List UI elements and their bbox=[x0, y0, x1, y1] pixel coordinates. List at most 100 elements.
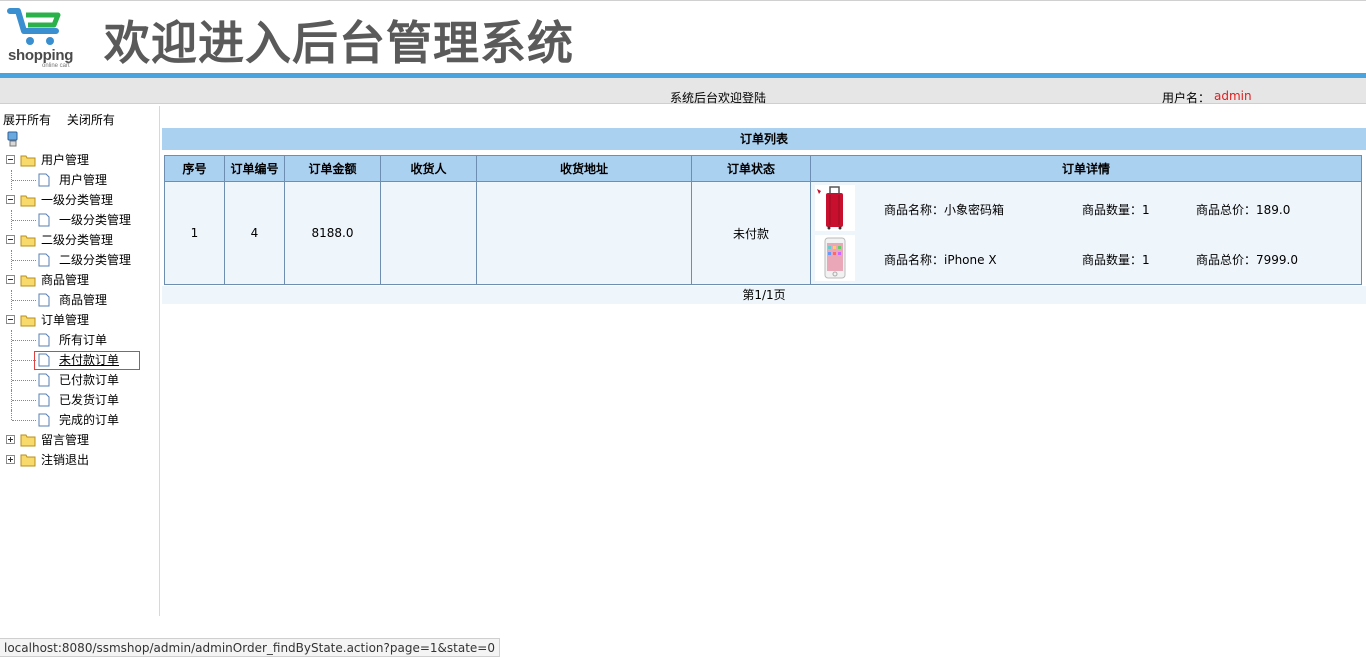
expand-icon[interactable] bbox=[6, 435, 15, 444]
col-header-index: 序号 bbox=[164, 155, 225, 182]
sidebar-item-shipped-orders[interactable]: 已发货订单 bbox=[0, 390, 160, 410]
collapse-icon[interactable] bbox=[6, 235, 15, 244]
sidebar-item-product-manage[interactable]: 商品管理 bbox=[0, 290, 160, 310]
table-header-row: 序号 订单编号 订单金额 收货人 收货地址 订单状态 订单详情 bbox=[164, 155, 1362, 182]
sidebar-group-user[interactable]: 用户管理 bbox=[0, 150, 160, 170]
folder-icon bbox=[20, 454, 36, 467]
cell-receiver bbox=[380, 181, 477, 285]
document-icon bbox=[38, 353, 50, 367]
col-header-address: 收货地址 bbox=[476, 155, 692, 182]
collapse-all-link[interactable]: 关闭所有 bbox=[67, 113, 115, 127]
cell-order-no: 4 bbox=[224, 181, 285, 285]
expand-icon[interactable] bbox=[6, 455, 15, 464]
pagination: 第1/1页 bbox=[162, 286, 1366, 304]
welcome-bar: 系统后台欢迎登陆 用户名： admin bbox=[0, 78, 1366, 105]
page-header: shopping online cart 欢迎进入后台管理系统 bbox=[0, 0, 1366, 74]
logo-subtitle: online cart bbox=[42, 63, 70, 69]
sidebar-item-label: 一级分类管理 bbox=[59, 213, 132, 227]
item-quantity: 商品数量：1 bbox=[1082, 203, 1150, 217]
browser-status-url: localhost:8080/ssmshop/admin/adminOrder_… bbox=[0, 638, 500, 657]
sidebar-item-label: 商品管理 bbox=[59, 293, 108, 307]
col-header-amount: 订单金额 bbox=[284, 155, 381, 182]
username-label: 用户名： bbox=[1162, 91, 1211, 105]
item-quantity: 商品数量：1 bbox=[1082, 253, 1150, 267]
sidebar-item-label: 完成的订单 bbox=[59, 413, 120, 427]
item-name: 商品名称：小象密码箱 bbox=[884, 203, 1005, 217]
order-table: 序号 订单编号 订单金额 收货人 收货地址 订单状态 订单详情 1 4 8188… bbox=[164, 155, 1362, 285]
sidebar-group-order[interactable]: 订单管理 bbox=[0, 310, 160, 330]
sidebar-group-label: 订单管理 bbox=[41, 313, 90, 327]
collapse-icon[interactable] bbox=[6, 315, 15, 324]
sidebar-group-logout[interactable]: 注销退出 bbox=[0, 450, 160, 470]
sidebar-group-product[interactable]: 商品管理 bbox=[0, 270, 160, 290]
cell-details: 商品名称：小象密码箱 商品数量：1 商品总价：189.0 商品名称：iPhone… bbox=[810, 181, 1362, 285]
order-list-title: 订单列表 bbox=[162, 128, 1366, 150]
document-icon bbox=[38, 173, 50, 187]
sidebar-group-label: 注销退出 bbox=[41, 453, 90, 467]
sidebar-tree: 展开所有 关闭所有 用户管理 用户管理 一级分类管理 一级分类管理 二级分类管理… bbox=[0, 106, 160, 616]
col-header-status: 订单状态 bbox=[691, 155, 811, 182]
folder-open-icon bbox=[20, 235, 36, 247]
sidebar-item-user-manage[interactable]: 用户管理 bbox=[0, 170, 160, 190]
sidebar-item-label: 未付款订单 bbox=[59, 353, 120, 367]
sidebar-item-all-orders[interactable]: 所有订单 bbox=[0, 330, 160, 350]
sidebar-item-label: 所有订单 bbox=[59, 333, 108, 347]
page-title: 欢迎进入后台管理系统 bbox=[104, 16, 574, 70]
folder-open-icon bbox=[20, 195, 36, 207]
sidebar-item-category2-manage[interactable]: 二级分类管理 bbox=[0, 250, 160, 270]
tree-actions: 展开所有 关闭所有 bbox=[3, 111, 127, 128]
collapse-icon[interactable] bbox=[6, 275, 15, 284]
expand-all-link[interactable]: 展开所有 bbox=[3, 113, 51, 127]
folder-open-icon bbox=[20, 275, 36, 287]
sidebar-item-label: 已付款订单 bbox=[59, 373, 120, 387]
collapse-icon[interactable] bbox=[6, 195, 15, 204]
collapse-icon[interactable] bbox=[6, 155, 15, 164]
sidebar-group-message[interactable]: 留言管理 bbox=[0, 430, 160, 450]
sidebar-group-label: 用户管理 bbox=[41, 153, 90, 167]
col-header-details: 订单详情 bbox=[810, 155, 1362, 182]
document-icon bbox=[38, 333, 50, 347]
item-total: 商品总价：189.0 bbox=[1196, 203, 1291, 217]
folder-open-icon bbox=[20, 155, 36, 167]
col-header-receiver: 收货人 bbox=[380, 155, 477, 182]
table-row: 1 4 8188.0 未付款 商品名称：小象密码箱 商品数量：1 商品总价：18… bbox=[164, 181, 1362, 285]
sidebar-group-category2[interactable]: 二级分类管理 bbox=[0, 230, 160, 250]
item-total: 商品总价：7999.0 bbox=[1196, 253, 1298, 267]
folder-icon bbox=[20, 434, 36, 447]
sidebar-item-label: 用户管理 bbox=[59, 173, 108, 187]
sidebar-group-label: 二级分类管理 bbox=[41, 233, 114, 247]
document-icon bbox=[38, 413, 50, 427]
cell-index: 1 bbox=[164, 181, 225, 285]
sidebar-item-category1-manage[interactable]: 一级分类管理 bbox=[0, 210, 160, 230]
sidebar-group-label: 一级分类管理 bbox=[41, 193, 114, 207]
col-header-order-no: 订单编号 bbox=[224, 155, 285, 182]
sidebar-group-category1[interactable]: 一级分类管理 bbox=[0, 190, 160, 210]
cell-address bbox=[476, 181, 692, 285]
folder-open-icon bbox=[20, 315, 36, 327]
cart-icon bbox=[7, 8, 61, 45]
sidebar-item-label: 已发货订单 bbox=[59, 393, 120, 407]
sidebar-item-unpaid-orders[interactable]: 未付款订单 bbox=[0, 350, 160, 370]
item-name: 商品名称：iPhone X bbox=[884, 253, 997, 267]
cell-amount: 8188.0 bbox=[284, 181, 381, 285]
order-item: 商品名称：iPhone X 商品数量：1 商品总价：7999.0 bbox=[811, 233, 1361, 283]
phone-thumbnail bbox=[815, 235, 855, 281]
document-icon bbox=[38, 373, 50, 387]
sidebar-group-label: 商品管理 bbox=[41, 273, 90, 287]
logo-brand: shopping bbox=[8, 47, 74, 64]
username-value: admin bbox=[1214, 89, 1252, 103]
welcome-text: 系统后台欢迎登陆 bbox=[670, 91, 767, 105]
sidebar-item-paid-orders[interactable]: 已付款订单 bbox=[0, 370, 160, 390]
document-icon bbox=[38, 293, 50, 307]
computer-icon bbox=[7, 131, 18, 147]
sidebar-tree-list: 用户管理 用户管理 一级分类管理 一级分类管理 二级分类管理 二级分类管理 商品… bbox=[0, 150, 160, 470]
sidebar-item-completed-orders[interactable]: 完成的订单 bbox=[0, 410, 160, 430]
document-icon bbox=[38, 213, 50, 227]
cell-status: 未付款 bbox=[691, 181, 811, 285]
shopping-logo: shopping online cart bbox=[6, 5, 80, 71]
sidebar-group-label: 留言管理 bbox=[41, 433, 90, 447]
luggage-thumbnail bbox=[815, 185, 855, 231]
sidebar-item-label: 二级分类管理 bbox=[59, 253, 132, 267]
order-item: 商品名称：小象密码箱 商品数量：1 商品总价：189.0 bbox=[811, 183, 1361, 233]
document-icon bbox=[38, 253, 50, 267]
